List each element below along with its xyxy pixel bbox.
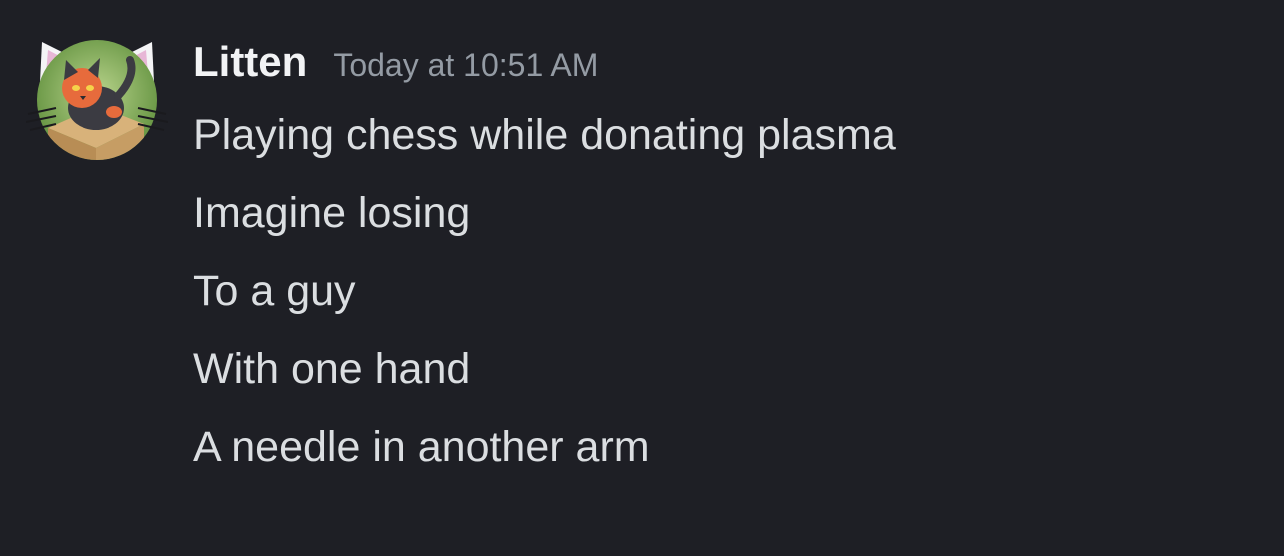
message-header: Litten Today at 10:51 AM <box>193 36 598 88</box>
message-line: Imagine losing <box>193 189 471 237</box>
user-avatar[interactable] <box>26 36 168 164</box>
message-timestamp[interactable]: Today at 10:51 AM <box>333 39 598 91</box>
message-content: Playing chess while donating plasma Imag… <box>193 96 896 486</box>
chat-message: Litten Today at 10:51 AM Playing chess w… <box>0 0 1284 556</box>
message-line: To a guy <box>193 267 356 315</box>
message-line: Playing chess while donating plasma <box>193 111 896 159</box>
author-name[interactable]: Litten <box>193 36 307 88</box>
message-line: With one hand <box>193 345 471 393</box>
message-line: A needle in another arm <box>193 423 650 471</box>
litten-avatar-icon <box>26 40 168 160</box>
